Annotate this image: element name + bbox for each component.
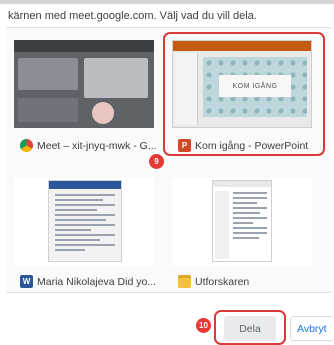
window-tile-meet[interactable]: Meet – xit-jnyq-mwk - G... [14,40,164,152]
explorer-thumbnail [172,178,312,266]
word-tile-label: W Maria Nikolajeva Did yo... [20,275,156,288]
meet-tile-label: Meet – xit-jnyq-mwk - G... [20,139,157,152]
powerpoint-tile-label: P Kom igång - PowerPoint [178,139,308,152]
word-icon: W [20,275,33,288]
meet-thumbnail [14,40,154,128]
slide-title: KOM IGÅNG [219,75,291,97]
window-tile-word[interactable]: W Maria Nikolajeva Did yo... [14,178,164,288]
meet-window-title: Meet – xit-jnyq-mwk - G... [37,139,157,152]
chrome-icon [20,139,33,152]
cancel-button[interactable]: Avbryt [290,316,334,341]
word-window-title: Maria Nikolajeva Did yo... [37,275,157,288]
dialog-prompt: kärnen med meet.google.com. Välj vad du … [8,10,257,22]
step-badge-10: 10 [196,318,211,333]
top-divider [0,0,334,4]
powerpoint-icon: P [178,139,191,152]
powerpoint-window-title: Kom igång - PowerPoint [195,139,309,152]
step-badge-9: 9 [149,154,164,169]
window-tile-powerpoint[interactable]: KOM IGÅNG P Kom igång - PowerPoint [172,40,322,152]
share-button[interactable]: Dela [224,316,276,341]
window-tile-explorer[interactable]: Utforskaren [172,178,322,288]
window-picker-panel[interactable]: Meet – xit-jnyq-mwk - G... KOM IGÅNG P K… [6,27,331,293]
powerpoint-thumbnail: KOM IGÅNG [172,40,312,128]
explorer-window-title: Utforskaren [195,275,250,288]
explorer-tile-label: Utforskaren [178,275,249,288]
folder-icon [178,275,191,288]
word-thumbnail [14,178,154,266]
